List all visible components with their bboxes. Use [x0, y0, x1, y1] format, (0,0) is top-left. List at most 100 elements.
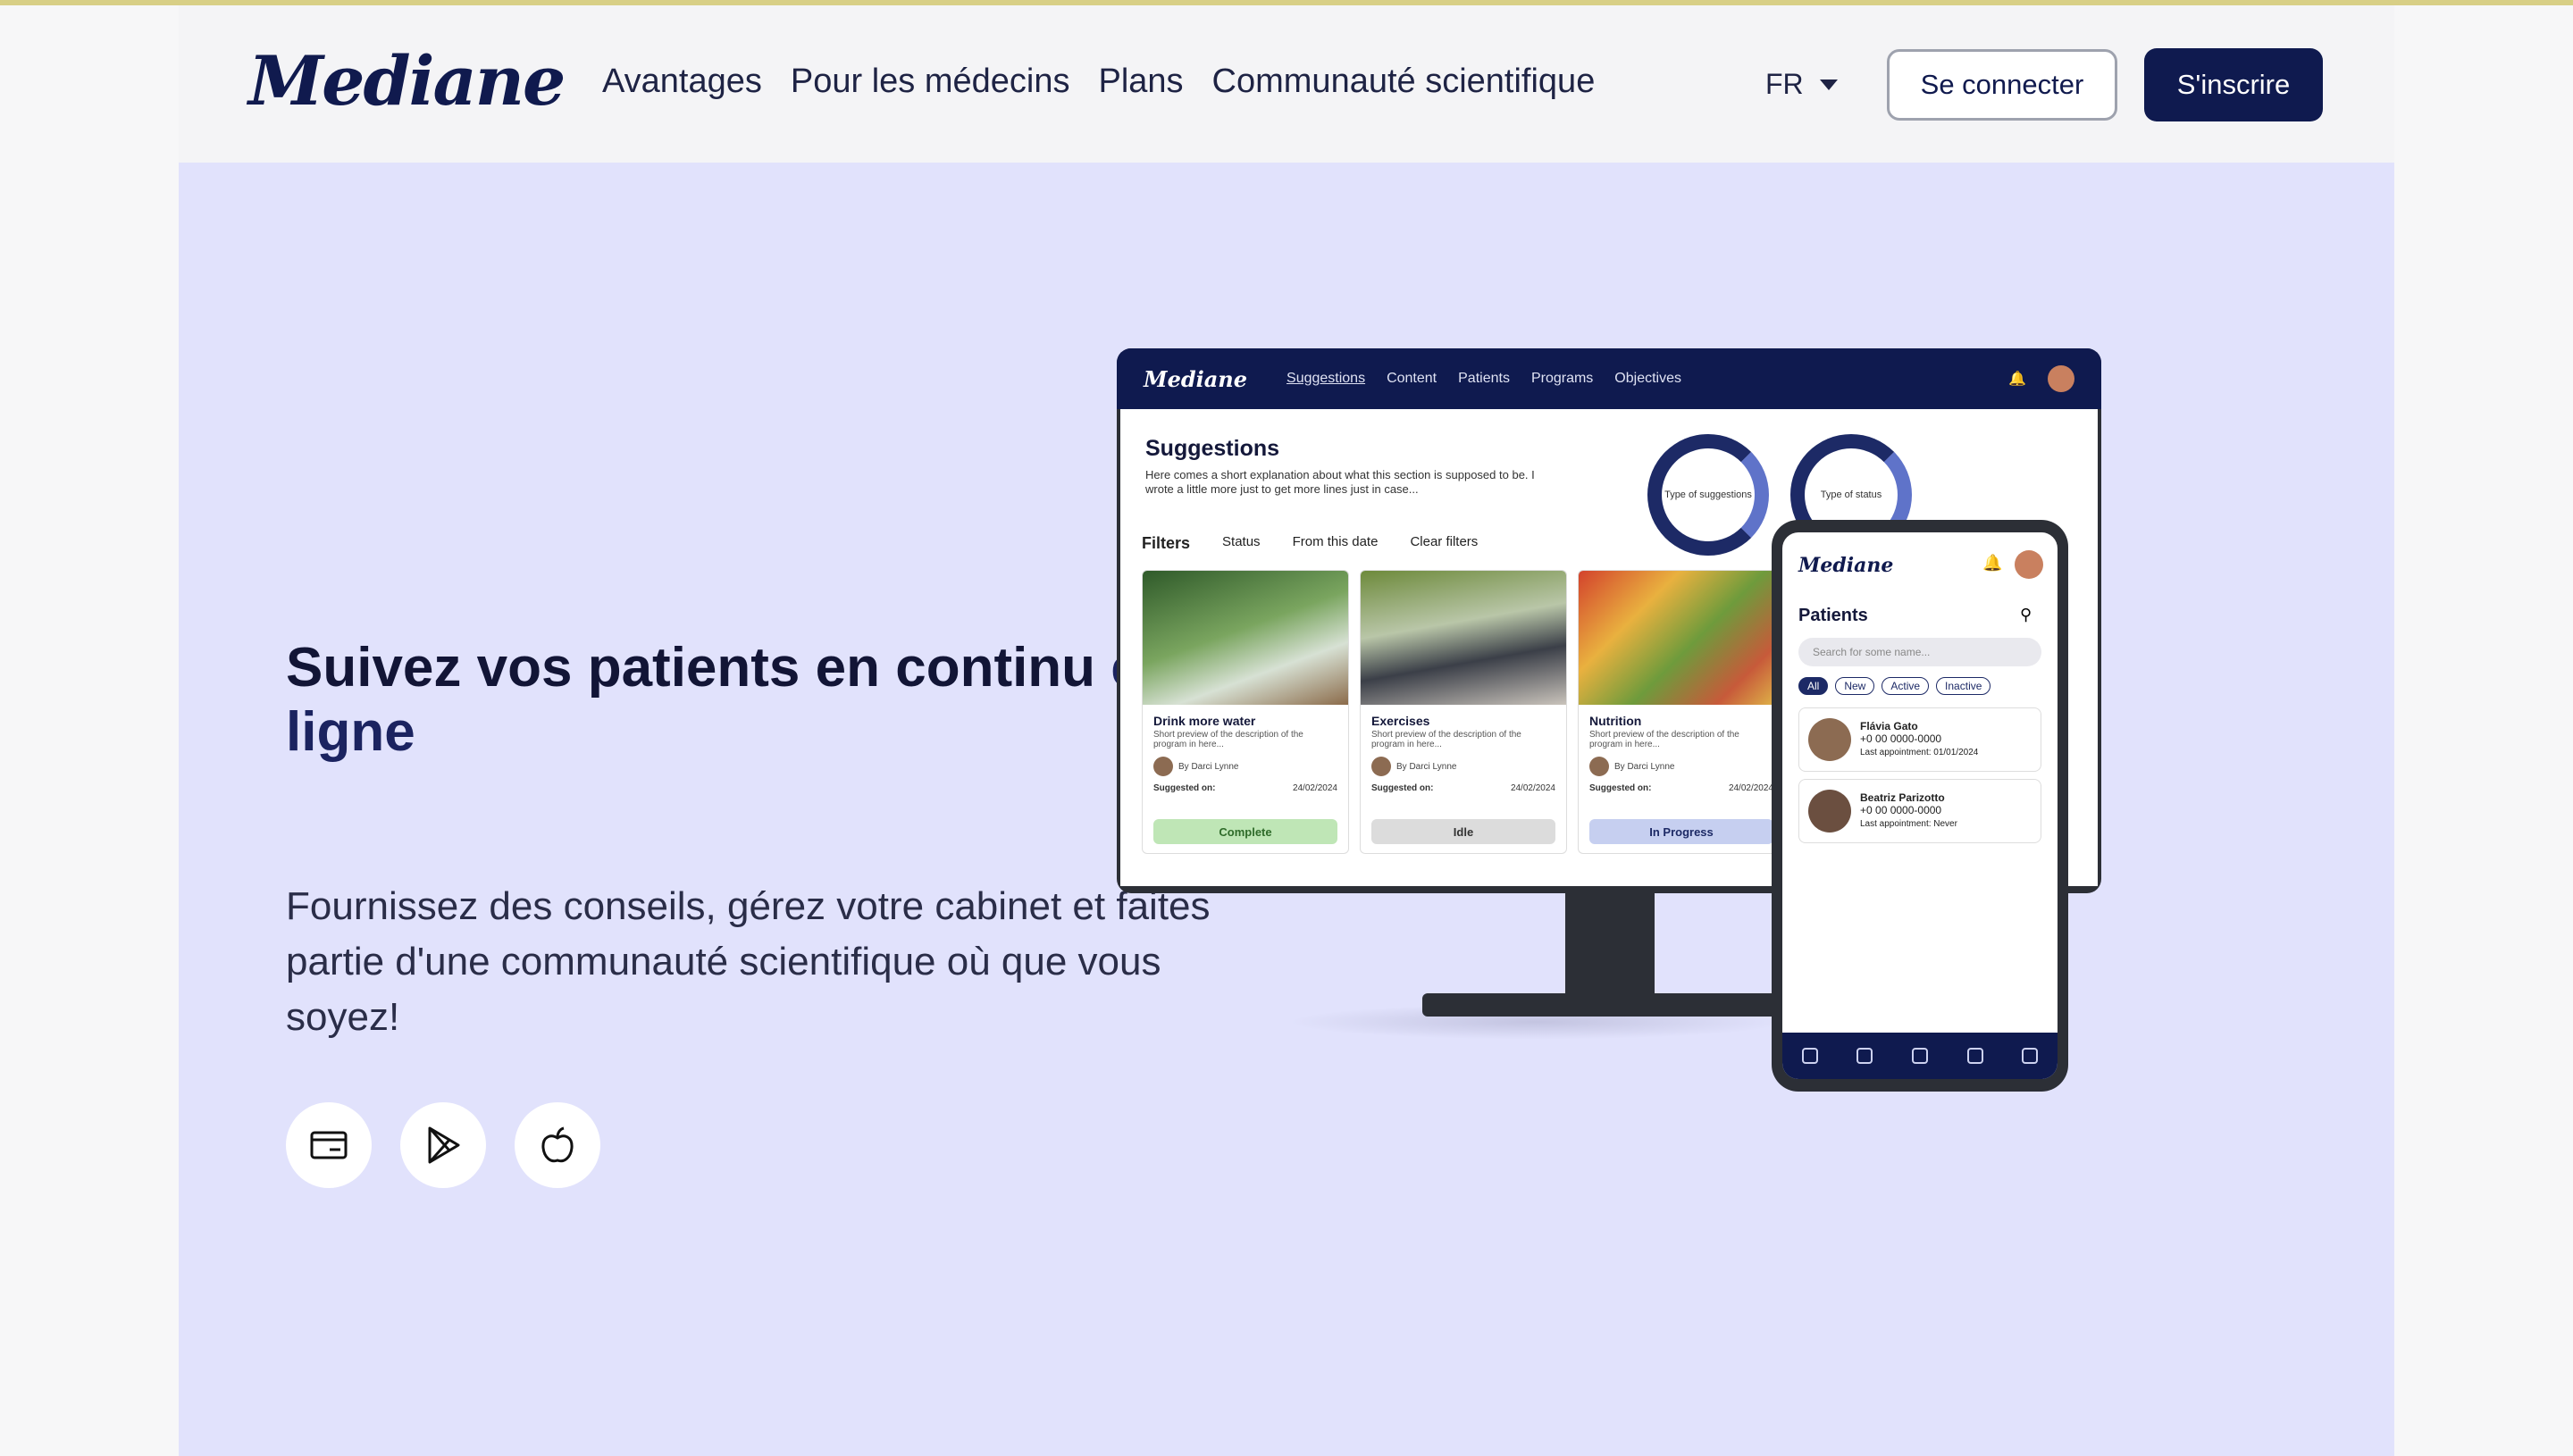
nav-link-plans[interactable]: Plans: [1098, 63, 1183, 101]
tab-inactive: Inactive: [1936, 677, 1991, 695]
store-links: [286, 1102, 600, 1188]
phone-logo: Mediane: [1798, 554, 1894, 577]
google-play-icon: [428, 1126, 460, 1164]
card-date-label: Suggested on:: [1589, 783, 1652, 793]
language-selector[interactable]: FR: [1765, 68, 1838, 101]
filters-label: Filters: [1142, 534, 1191, 552]
app-store-button[interactable]: [515, 1102, 600, 1188]
patient-info: Beatriz Parizotto +0 00 0000-0000 Last a…: [1860, 791, 1957, 831]
card-image-water: [1143, 571, 1348, 705]
login-button[interactable]: Se connecter: [1887, 49, 2117, 121]
card-description: Short preview of the description of the …: [1589, 730, 1739, 749]
search-icon: ⚲: [2020, 606, 2032, 623]
card-author-name: By Darci Lynne: [1396, 761, 1457, 772]
patient-name: Beatriz Parizotto: [1860, 791, 1945, 804]
patient-row: Flávia Gato +0 00 0000-0000 Last appoint…: [1798, 707, 2041, 772]
filter-date: From this date: [1292, 534, 1379, 549]
patients-title: Patients: [1798, 606, 1868, 625]
patient-row: Beatriz Parizotto +0 00 0000-0000 Last a…: [1798, 779, 2041, 843]
suggestion-card: Nutrition Short preview of the descripti…: [1578, 570, 1785, 854]
status-badge: Complete: [1153, 819, 1337, 844]
patient-last-appointment: Last appointment: 01/01/2024: [1860, 748, 1979, 757]
app-nav-item: Content: [1387, 371, 1437, 386]
patient-search-input: Search for some name...: [1798, 638, 2041, 666]
monitor-base: [1422, 993, 1806, 1017]
suggestions-description: Here comes a short explanation about wha…: [1145, 468, 1535, 496]
avatar: [1808, 790, 1851, 833]
card-author: By Darci Lynne: [1589, 757, 1773, 776]
patient-name: Flávia Gato: [1860, 720, 1918, 732]
card-date: 24/02/2024: [1510, 783, 1555, 793]
card-author-name: By Darci Lynne: [1178, 761, 1239, 772]
apple-icon: [541, 1126, 574, 1163]
nav-link-medecins[interactable]: Pour les médecins: [791, 63, 1070, 101]
bell-icon: 🔔: [2008, 372, 2026, 387]
monitor-stand: [1565, 893, 1655, 1000]
avatar: [2015, 550, 2043, 579]
tab-new: New: [1835, 677, 1875, 695]
suggestion-card: Drink more water Short preview of the de…: [1142, 570, 1349, 854]
chevron-down-icon: [1819, 79, 1838, 90]
language-label: FR: [1765, 68, 1804, 100]
tab-active: Active: [1882, 677, 1930, 695]
chart-icon: [2022, 1048, 2039, 1064]
site-header: Mediane Avantages Pour les médecins Plan…: [179, 5, 2394, 163]
avatar: [1153, 757, 1173, 776]
web-app-button[interactable]: [286, 1102, 372, 1188]
app-nav-item: Objectives: [1614, 371, 1681, 386]
card-image-nutrition: [1579, 571, 1784, 705]
filter-clear: Clear filters: [1410, 534, 1479, 549]
patient-phone: +0 00 0000-0000: [1860, 732, 1942, 745]
card-author: By Darci Lynne: [1371, 757, 1555, 776]
web-app-icon: [310, 1131, 348, 1159]
list-icon: [1966, 1048, 1983, 1064]
card-date-label: Suggested on:: [1371, 783, 1434, 793]
app-nav-item: Programs: [1530, 371, 1594, 386]
app-nav: Mediane Suggestions Content Patients Pro…: [1117, 348, 2101, 409]
donut-label: Type of status: [1820, 490, 1882, 500]
brand-logo[interactable]: Mediane: [248, 41, 566, 121]
main-nav: Avantages Pour les médecins Plans Commun…: [602, 63, 1595, 101]
card-date-row: Suggested on: 24/02/2024: [1371, 783, 1555, 793]
nav-link-communaute[interactable]: Communauté scientifique: [1212, 63, 1596, 101]
card-author: By Darci Lynne: [1153, 757, 1337, 776]
card-date-label: Suggested on:: [1153, 783, 1216, 793]
tab-all: All: [1798, 677, 1829, 695]
suggestions-title: Suggestions: [1145, 436, 1280, 461]
card-description: Short preview of the description of the …: [1153, 730, 1303, 749]
card-date: 24/02/2024: [1292, 783, 1337, 793]
card-title: Drink more water: [1153, 714, 1256, 728]
suggestion-card: Exercises Short preview of the descripti…: [1360, 570, 1567, 854]
phone-screen: Mediane 🔔 Patients ⚲ Search for some nam…: [1782, 532, 2058, 1079]
card-date: 24/02/2024: [1728, 783, 1773, 793]
hero-title-main: Suivez vos patients en continu: [286, 637, 1111, 699]
patient-info: Flávia Gato +0 00 0000-0000 Last appoint…: [1860, 720, 1978, 759]
library-icon: [1856, 1048, 1873, 1064]
app-nav-item: Suggestions: [1286, 371, 1366, 386]
status-badge: In Progress: [1589, 819, 1773, 844]
avatar: [1808, 718, 1851, 761]
filters-bar: Filters Status From this date Clear filt…: [1142, 534, 1478, 553]
hero-description: Fournissez des conseils, gérez votre cab…: [286, 884, 1211, 1039]
signup-button[interactable]: S'inscrire: [2144, 48, 2323, 121]
phone-mockup: Mediane 🔔 Patients ⚲ Search for some nam…: [1772, 520, 2068, 1092]
app-logo: Mediane: [1144, 365, 1248, 392]
avatar: [2048, 365, 2074, 392]
card-title: Exercises: [1371, 714, 1430, 728]
patient-phone: +0 00 0000-0000: [1860, 804, 1942, 816]
donut-chart-suggestions: Type of suggestions: [1647, 434, 1769, 556]
card-description: Short preview of the description of the …: [1371, 730, 1521, 749]
patient-last-appointment: Last appointment: Never: [1860, 819, 1957, 829]
patient-filter-tabs: All New Active Inactive: [1798, 677, 1991, 695]
filter-status: Status: [1222, 534, 1261, 549]
users-icon: [1911, 1048, 1928, 1064]
nav-link-avantages[interactable]: Avantages: [602, 63, 762, 101]
card-date-row: Suggested on: 24/02/2024: [1589, 783, 1773, 793]
app-nav-item: Patients: [1458, 371, 1510, 386]
card-date-row: Suggested on: 24/02/2024: [1153, 783, 1337, 793]
card-author-name: By Darci Lynne: [1614, 761, 1675, 772]
avatar: [1589, 757, 1609, 776]
home-icon: [1801, 1048, 1818, 1064]
card-title: Nutrition: [1589, 714, 1642, 728]
google-play-button[interactable]: [400, 1102, 486, 1188]
